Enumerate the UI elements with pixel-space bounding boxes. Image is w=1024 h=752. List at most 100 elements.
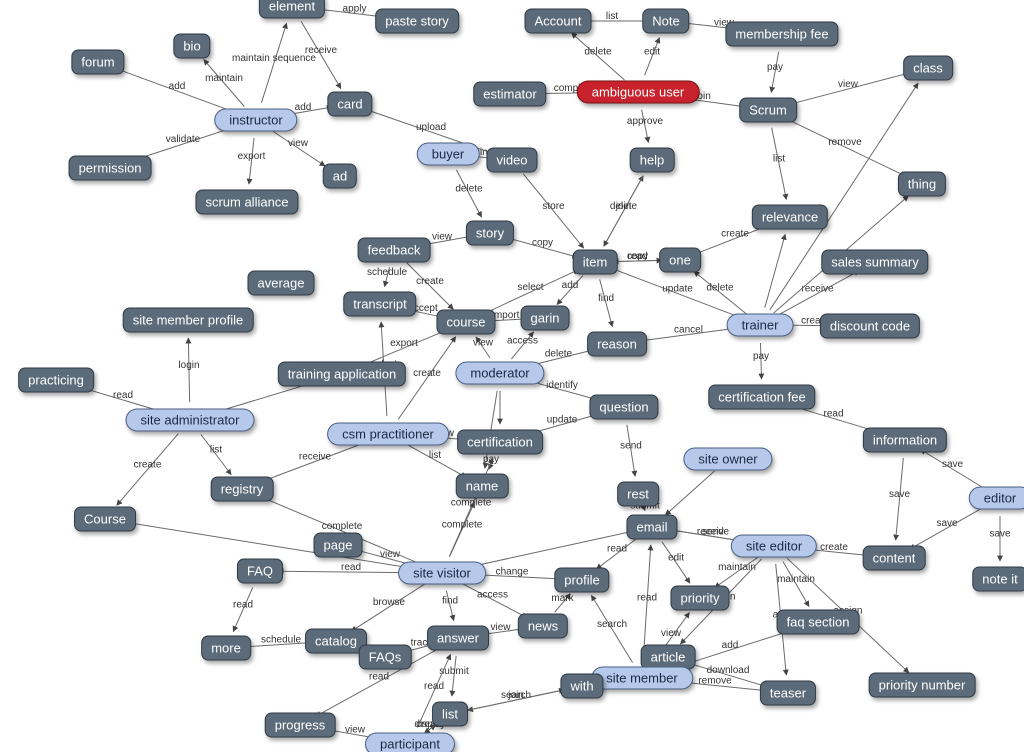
edge-label-course_lc-training_application: export — [390, 338, 418, 349]
edge-site_member-email — [643, 545, 651, 660]
node-class[interactable]: class — [903, 56, 953, 81]
node-card[interactable]: card — [327, 92, 372, 117]
node-course_cap[interactable]: Course — [74, 507, 136, 532]
node-help[interactable]: help — [630, 148, 675, 173]
node-registry[interactable]: registry — [211, 477, 274, 502]
node-information[interactable]: information — [863, 428, 947, 453]
edge-label-catalog-more: schedule — [261, 635, 301, 646]
node-more[interactable]: more — [201, 636, 251, 661]
node-certification_fee[interactable]: certification fee — [708, 385, 815, 410]
node-moderator[interactable]: moderator — [455, 362, 544, 385]
edge-label-information-content: save — [889, 489, 911, 500]
node-one[interactable]: one — [659, 248, 701, 273]
node-element[interactable]: element — [259, 0, 325, 19]
node-priority[interactable]: priority — [670, 586, 729, 611]
edge-label-with-list: search — [501, 690, 531, 701]
edge-instructor-forum — [115, 68, 239, 114]
node-certification[interactable]: certification — [457, 430, 543, 455]
node-news[interactable]: news — [518, 614, 568, 639]
edge-label-csm_practitioner-course_lc: create — [413, 368, 441, 379]
node-forum[interactable]: forum — [71, 50, 124, 75]
node-site_owner[interactable]: site owner — [683, 448, 772, 471]
node-practicing[interactable]: practicing — [18, 368, 94, 393]
node-faq[interactable]: FAQ — [237, 559, 283, 584]
edge-label-instructor-bio: maintain — [205, 73, 243, 84]
edge-site_visitor-name — [450, 502, 475, 556]
edge-label-csm_practitioner-registry: receive — [299, 452, 332, 463]
edge-label-trainer-item: update — [662, 284, 693, 295]
node-site_visitor[interactable]: site visitor — [398, 562, 486, 585]
node-membership_fee[interactable]: membership fee — [725, 22, 838, 47]
node-estimator[interactable]: estimator — [473, 82, 546, 107]
node-paste_story[interactable]: paste story — [375, 9, 459, 34]
edge-help-item — [604, 176, 643, 247]
edge-site_administrator-site_member_profile — [188, 338, 189, 402]
node-scrum[interactable]: Scrum — [739, 98, 797, 123]
edge-label-moderator-garin: access — [507, 336, 538, 347]
node-permission[interactable]: permission — [69, 156, 152, 181]
node-average[interactable]: average — [248, 271, 315, 296]
edge-label-site_member-priority: view — [661, 628, 682, 639]
edge-label-site_visitor-name: complete — [442, 520, 483, 531]
node-scrum_alliance[interactable]: scrum alliance — [195, 190, 298, 215]
node-feedback[interactable]: feedback — [358, 238, 431, 263]
node-faq_section[interactable]: faq section — [777, 610, 860, 635]
node-with[interactable]: with — [560, 674, 603, 699]
edge-label-participant-answer: read — [424, 681, 444, 692]
node-content[interactable]: content — [863, 546, 926, 571]
node-ambiguous_user[interactable]: ambiguous user — [577, 81, 700, 104]
node-priority_number[interactable]: priority number — [869, 673, 976, 698]
node-note[interactable]: Note — [642, 9, 689, 34]
node-page[interactable]: page — [314, 533, 363, 558]
node-teaser[interactable]: teaser — [760, 681, 816, 706]
node-rest[interactable]: rest — [617, 482, 659, 507]
node-story[interactable]: story — [466, 221, 514, 246]
edge-label-certification-question: update — [547, 415, 578, 426]
node-note_it[interactable]: note it — [972, 567, 1024, 592]
edge-instructor-ad — [271, 130, 325, 166]
node-course_lc[interactable]: course — [436, 310, 495, 335]
node-sales_summary[interactable]: sales summary — [821, 250, 928, 275]
node-video[interactable]: video — [486, 148, 537, 173]
node-site_member_profile[interactable]: site member profile — [123, 308, 254, 333]
node-participant[interactable]: participant — [365, 733, 455, 752]
node-transcript[interactable]: transcript — [343, 292, 416, 317]
edge-list-with — [468, 690, 565, 711]
edge-scrum-relevance — [772, 128, 787, 200]
node-csm_practitioner[interactable]: csm practitioner — [327, 423, 449, 446]
node-site_administrator[interactable]: site administrator — [126, 409, 255, 432]
node-ad[interactable]: ad — [323, 164, 357, 189]
edge-story-item — [507, 238, 577, 257]
edge-label-item-garin: add — [562, 280, 579, 291]
node-buyer[interactable]: buyer — [417, 143, 480, 166]
node-email[interactable]: email — [626, 515, 677, 540]
node-account[interactable]: Account — [525, 9, 592, 34]
node-site_member[interactable]: site member — [591, 667, 693, 690]
node-catalog[interactable]: catalog — [305, 629, 367, 654]
node-name[interactable]: name — [456, 474, 509, 499]
node-faqs[interactable]: FAQs — [359, 645, 412, 670]
node-progress[interactable]: progress — [265, 713, 336, 738]
node-discount_code[interactable]: discount code — [820, 314, 920, 339]
node-training_application[interactable]: training application — [278, 362, 406, 387]
node-instructor[interactable]: instructor — [214, 109, 297, 132]
node-relevance[interactable]: relevance — [752, 205, 828, 230]
edge-site_owner-email — [665, 471, 714, 515]
node-reason[interactable]: reason — [587, 332, 647, 357]
node-trainer[interactable]: trainer — [727, 314, 794, 337]
edge-membership_fee-scrum — [771, 52, 778, 93]
node-garin[interactable]: garin — [521, 306, 570, 331]
node-list[interactable]: list — [432, 702, 468, 727]
node-profile[interactable]: profile — [554, 568, 609, 593]
node-answer[interactable]: answer — [427, 626, 489, 651]
node-editor[interactable]: editor — [969, 487, 1024, 510]
node-thing[interactable]: thing — [898, 172, 946, 197]
edge-site_administrator-course_cap — [117, 434, 179, 506]
node-bio[interactable]: bio — [173, 34, 210, 59]
node-question[interactable]: question — [589, 395, 658, 420]
edge-label-faq-more: read — [233, 600, 253, 611]
edge-label-moderator-question: identify — [546, 380, 578, 391]
edge-label-one-relevance: create — [721, 229, 749, 240]
node-site_editor[interactable]: site editor — [731, 535, 817, 558]
node-item[interactable]: item — [573, 250, 618, 275]
